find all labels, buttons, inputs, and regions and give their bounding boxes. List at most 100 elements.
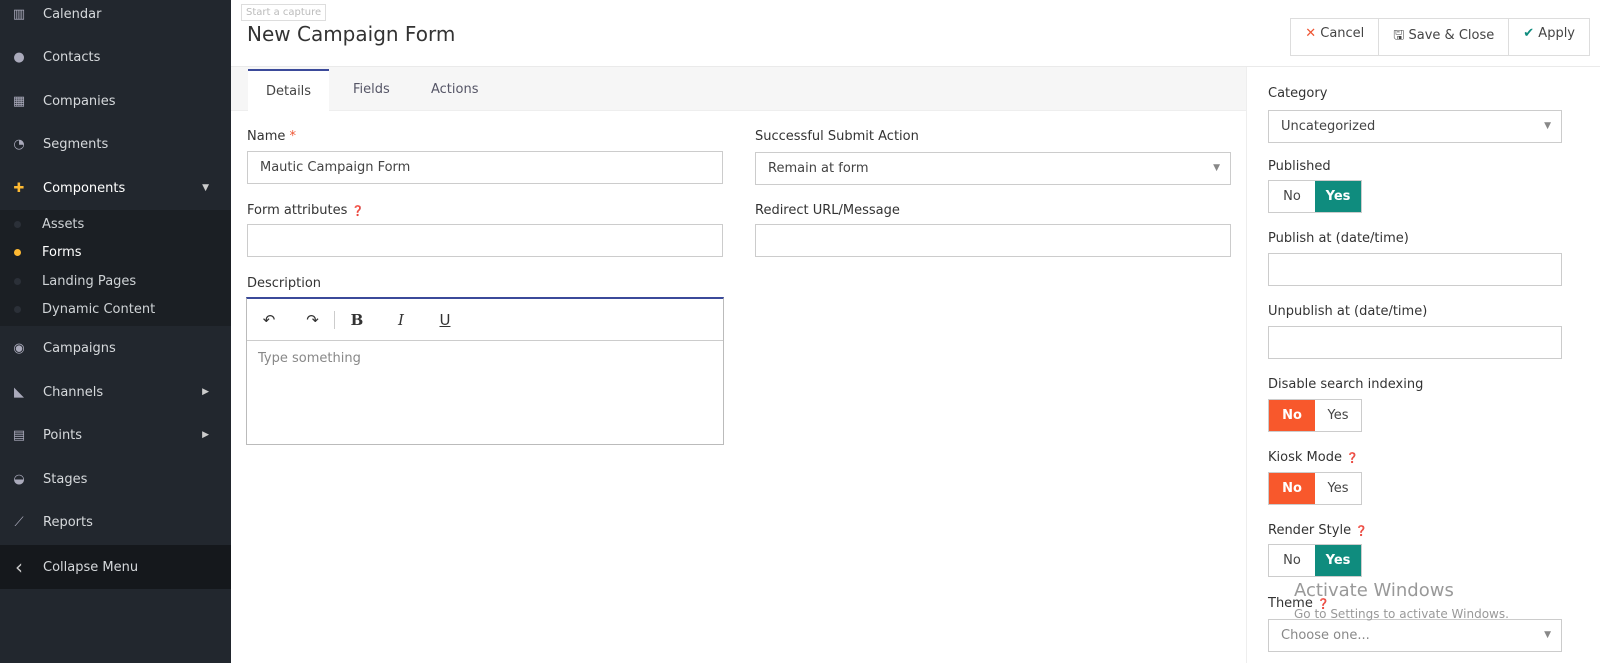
kiosk-label: Kiosk Mode ❓ bbox=[1268, 450, 1359, 465]
required-marker: * bbox=[289, 129, 297, 144]
publish-at-input[interactable] bbox=[1268, 253, 1562, 286]
nav-channels[interactable]: ◣ Channels ▶ bbox=[0, 370, 231, 414]
name-input[interactable]: Mautic Campaign Form bbox=[247, 151, 723, 184]
underline-icon[interactable]: U bbox=[423, 311, 467, 329]
theme-select[interactable]: Choose one... ▼ bbox=[1268, 619, 1562, 652]
save-close-button[interactable]: 🖫 Save & Close bbox=[1379, 19, 1510, 55]
dot-icon bbox=[14, 249, 21, 257]
published-toggle[interactable]: No Yes bbox=[1268, 180, 1362, 213]
help-icon[interactable]: ❓ bbox=[352, 206, 364, 217]
name-label-text: Name bbox=[247, 129, 286, 144]
dot-icon bbox=[14, 306, 21, 314]
caret-right-icon: ▶ bbox=[202, 387, 209, 397]
nav-label: Dynamic Content bbox=[42, 302, 156, 318]
name-label: Name * bbox=[247, 129, 296, 144]
disable-search-toggle[interactable]: No Yes bbox=[1268, 399, 1362, 432]
page-header: Start a capture New Campaign Form ✕ Canc… bbox=[231, 0, 1600, 67]
disable-search-label: Disable search indexing bbox=[1268, 377, 1424, 392]
nav-dynamic-content[interactable]: Dynamic Content bbox=[0, 296, 231, 325]
italic-icon[interactable]: I bbox=[379, 311, 423, 329]
activate-windows-subtitle: Go to Settings to activate Windows. bbox=[1294, 607, 1509, 621]
unpublish-at-input[interactable] bbox=[1268, 326, 1562, 359]
toggle-no[interactable]: No bbox=[1269, 473, 1315, 504]
calculator-icon: ▤ bbox=[12, 427, 26, 443]
toggle-yes[interactable]: Yes bbox=[1315, 473, 1361, 504]
help-icon[interactable]: ❓ bbox=[1346, 453, 1358, 464]
nav-stages[interactable]: ◒ Stages bbox=[0, 457, 231, 501]
nav-components[interactable]: ✚ Components ▼ bbox=[0, 166, 231, 210]
selected-value: Uncategorized bbox=[1281, 119, 1376, 134]
user-icon: ● bbox=[13, 49, 25, 65]
save-icon: 🖫 bbox=[1393, 28, 1405, 43]
apply-label: Apply bbox=[1538, 26, 1575, 41]
nav-label: Campaigns bbox=[43, 340, 116, 356]
published-label: Published bbox=[1268, 159, 1331, 174]
nav-label: Assets bbox=[42, 216, 85, 232]
save-close-label: Save & Close bbox=[1408, 28, 1495, 43]
toggle-no[interactable]: No bbox=[1269, 400, 1315, 431]
nav-landing-pages[interactable]: Landing Pages bbox=[0, 267, 231, 296]
undo-icon[interactable]: ↶ bbox=[247, 311, 291, 329]
nav-label: Segments bbox=[43, 136, 109, 152]
caret-down-icon: ▼ bbox=[202, 183, 209, 193]
nav-companies[interactable]: ▦ Companies bbox=[0, 79, 231, 123]
tab-actions[interactable]: Actions bbox=[413, 69, 497, 111]
nav-calendar[interactable]: ▥ Calendar bbox=[0, 0, 231, 36]
caret-down-icon: ▼ bbox=[1213, 163, 1220, 173]
nav-label: Landing Pages bbox=[42, 273, 137, 289]
rss-icon: ◣ bbox=[14, 384, 24, 400]
caret-down-icon: ▼ bbox=[1544, 121, 1551, 131]
nav-label: Collapse Menu bbox=[43, 559, 139, 575]
nav-label: Companies bbox=[43, 93, 116, 109]
unpublish-at-label: Unpublish at (date/time) bbox=[1268, 304, 1428, 319]
kiosk-toggle[interactable]: No Yes bbox=[1268, 472, 1362, 505]
nav-contacts[interactable]: ● Contacts bbox=[0, 35, 231, 79]
nav-label: Contacts bbox=[43, 49, 101, 65]
nav-campaigns[interactable]: ◉ Campaigns bbox=[0, 326, 231, 370]
cancel-button[interactable]: ✕ Cancel bbox=[1291, 19, 1380, 55]
toggle-yes[interactable]: Yes bbox=[1315, 545, 1361, 576]
nav-label: Components bbox=[43, 180, 126, 196]
caret-down-icon: ▼ bbox=[1544, 630, 1551, 640]
render-style-toggle[interactable]: No Yes bbox=[1268, 544, 1362, 577]
tab-fields[interactable]: Fields bbox=[335, 69, 408, 111]
form-attributes-text: Form attributes bbox=[247, 203, 348, 218]
redo-icon[interactable]: ↷ bbox=[291, 310, 335, 329]
bold-icon[interactable]: B bbox=[335, 311, 379, 329]
toggle-yes[interactable]: Yes bbox=[1315, 181, 1361, 212]
toggle-yes[interactable]: Yes bbox=[1315, 400, 1361, 431]
editor-toolbar: ↶ ↷ B I U bbox=[247, 299, 723, 341]
pie-chart-icon: ◔ bbox=[13, 136, 25, 152]
description-textarea[interactable]: Type something bbox=[247, 341, 723, 376]
help-icon[interactable]: ❓ bbox=[1355, 526, 1367, 537]
dashboard-icon: ◒ bbox=[13, 471, 25, 487]
selected-value: Choose one... bbox=[1281, 628, 1370, 643]
selected-value: Remain at form bbox=[768, 161, 869, 176]
dot-icon bbox=[14, 220, 21, 228]
form-attributes-input[interactable] bbox=[247, 224, 723, 257]
nav-segments[interactable]: ◔ Segments bbox=[0, 122, 231, 166]
nav-label: Calendar bbox=[43, 6, 102, 22]
activate-windows-watermark: Activate Windows bbox=[1294, 580, 1454, 601]
nav-label: Points bbox=[43, 427, 83, 443]
check-icon: ✔ bbox=[1523, 26, 1535, 41]
start-capture-button[interactable]: Start a capture bbox=[241, 4, 327, 21]
collapse-menu[interactable]: ‹ Collapse Menu bbox=[0, 545, 231, 589]
apply-button[interactable]: ✔ Apply bbox=[1509, 19, 1589, 55]
category-select[interactable]: Uncategorized ▼ bbox=[1268, 110, 1562, 143]
submit-action-select[interactable]: Remain at form ▼ bbox=[755, 152, 1231, 185]
toggle-no[interactable]: No bbox=[1269, 545, 1315, 576]
nav-label: Channels bbox=[43, 384, 104, 400]
redirect-input[interactable] bbox=[755, 224, 1231, 257]
publish-at-label: Publish at (date/time) bbox=[1268, 231, 1409, 246]
nav-forms[interactable]: Forms bbox=[0, 239, 231, 268]
tab-details[interactable]: Details bbox=[248, 69, 330, 111]
line-chart-icon: ⟋ bbox=[14, 514, 24, 530]
toggle-no[interactable]: No bbox=[1269, 181, 1315, 212]
nav-reports[interactable]: ⟋ Reports bbox=[0, 500, 231, 544]
nav-points[interactable]: ▤ Points ▶ bbox=[0, 413, 231, 457]
form-attributes-label: Form attributes ❓ bbox=[247, 203, 364, 218]
render-style-text: Render Style bbox=[1268, 523, 1352, 538]
nav-assets[interactable]: Assets bbox=[0, 210, 231, 239]
dot-icon bbox=[14, 277, 21, 285]
